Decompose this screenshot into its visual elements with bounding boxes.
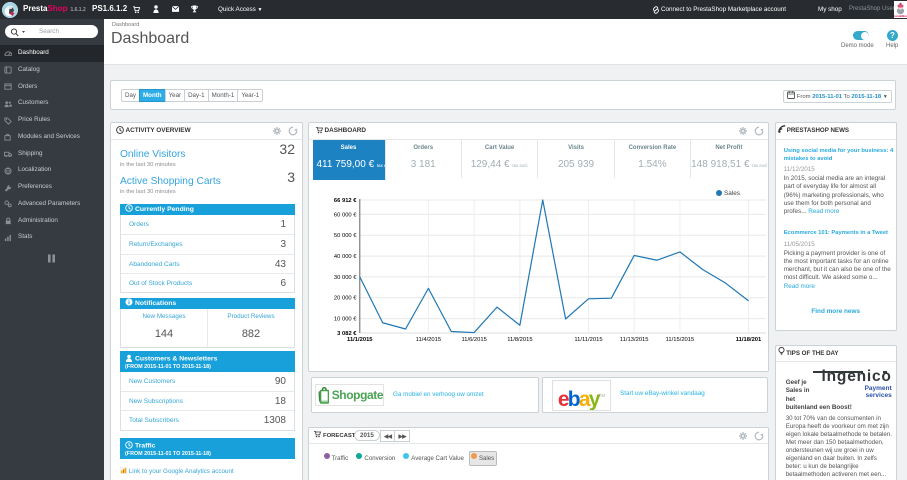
svg-text:40 000 €: 40 000 € — [334, 254, 357, 260]
svg-text:10 000 €: 10 000 € — [334, 317, 357, 323]
svg-text:Sales: Sales — [724, 190, 740, 197]
svg-text:11/18/201: 11/18/201 — [736, 337, 762, 343]
svg-text:60 000 €: 60 000 € — [334, 212, 357, 218]
svg-text:11/8/2015: 11/8/2015 — [507, 337, 532, 343]
svg-text:66 912 €: 66 912 € — [334, 198, 357, 204]
svg-text:11/11/2015: 11/11/2015 — [574, 337, 602, 343]
svg-text:50 000 €: 50 000 € — [334, 233, 357, 239]
svg-text:11/1/2015: 11/1/2015 — [347, 337, 373, 343]
svg-text:11/4/2015: 11/4/2015 — [416, 337, 441, 343]
svg-text:30 000 €: 30 000 € — [334, 275, 357, 281]
svg-text:11/13/2015: 11/13/2015 — [620, 337, 649, 343]
svg-text:11/15/2015: 11/15/2015 — [666, 337, 695, 343]
svg-text:11/6/2015: 11/6/2015 — [461, 337, 486, 343]
svg-text:PrestaShop: PrestaShop — [894, 14, 907, 18]
svg-text:20 000 €: 20 000 € — [334, 296, 357, 302]
